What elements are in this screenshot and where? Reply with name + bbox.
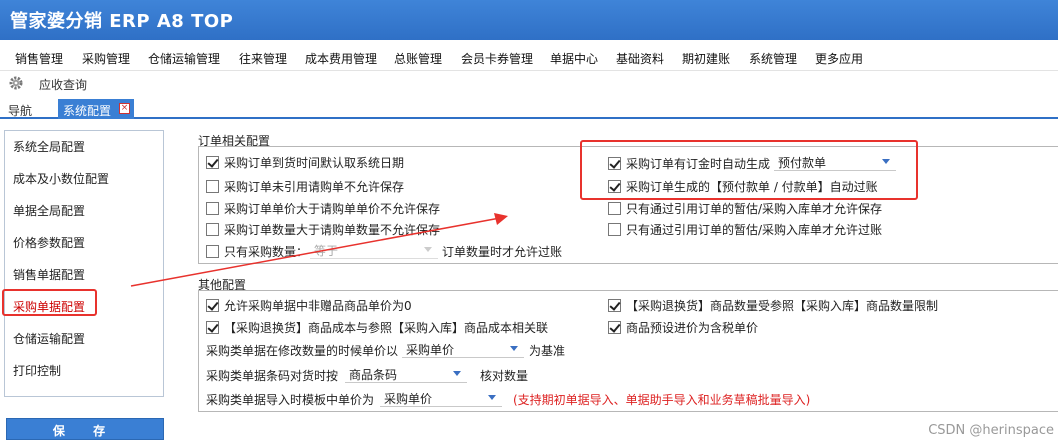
config-sidebar: 系统全局配置 成本及小数位配置 单据全局配置 价格参数配置 销售单据配置 采购单… [4, 130, 164, 397]
close-icon[interactable]: × [119, 103, 130, 114]
option-label: 只有采购数量： [224, 245, 309, 259]
option-label: 【采购退换货】商品成本与参照【采购入库】商品成本相关联 [224, 321, 549, 335]
sidebar-item-warehouse[interactable]: 仓储运输配置 [13, 330, 85, 347]
sidebar-item-global[interactable]: 系统全局配置 [13, 138, 85, 155]
option-label: 只有通过引用订单的暂估/采购入库单才允许保存 [626, 202, 883, 216]
barcode-suffix: 核对数量 [480, 369, 529, 383]
tab-system-config-label: 系统配置 [63, 104, 112, 118]
menu-item-sales[interactable]: 销售管理 [15, 50, 63, 67]
select-value: 商品条码 [349, 368, 398, 382]
option-row[interactable]: 采购订单未引用请购单不允许保存 [206, 178, 404, 194]
tab-strip: 导航 系统配置 × [0, 97, 1058, 119]
sidebar-item-print[interactable]: 打印控制 [13, 362, 61, 379]
sidebar-item-document-global[interactable]: 单据全局配置 [13, 202, 85, 219]
price-basis-select[interactable]: 采购单价 [402, 340, 524, 358]
menu-item-system[interactable]: 系统管理 [749, 50, 797, 67]
chevron-down-icon [453, 371, 461, 376]
option-label: 允许采购单据中非赠品商品单价为0 [224, 299, 412, 313]
checkbox[interactable] [206, 202, 219, 215]
save-button[interactable]: 保 存 [6, 418, 164, 440]
qty-compare-select[interactable]: 等于 [310, 241, 438, 259]
only-qty-suffix: 订单数量时才允许过账 [442, 245, 563, 259]
select-value: 采购单价 [384, 392, 433, 406]
menu-item-purchase[interactable]: 采购管理 [82, 50, 130, 67]
menu-item-documents[interactable]: 单据中心 [550, 50, 598, 67]
sidebar-item-price[interactable]: 价格参数配置 [13, 234, 85, 251]
option-row[interactable]: 【采购退换货】商品数量受参照【采购入库】商品数量限制 [608, 297, 938, 313]
option-label: 采购订单数量大于请购单数量不允许保存 [224, 223, 441, 237]
import-price-select[interactable]: 采购单价 [380, 389, 502, 407]
gear-icon[interactable] [9, 76, 23, 90]
menu-item-more[interactable]: 更多应用 [815, 50, 863, 67]
import-price-label: 采购类单据导入时模板中单价为 [206, 393, 375, 407]
watermark: CSDN @herinspace [928, 423, 1054, 438]
title-bar: 管家婆分销 ERP A8 TOP [0, 0, 1058, 40]
checkbox[interactable] [206, 245, 219, 258]
option-label: 采购订单到货时间默认取系统日期 [224, 156, 405, 170]
price-basis-suffix: 为基准 [529, 344, 566, 358]
option-row[interactable]: 只有通过引用订单的暂估/采购入库单才允许过账 [608, 221, 882, 237]
import-note: (支持期初单据导入、单据助手导入和业务草稿批量导入) [513, 393, 811, 407]
sidebar-item-cost-decimals[interactable]: 成本及小数位配置 [13, 170, 109, 187]
menu-item-cost[interactable]: 成本费用管理 [305, 50, 377, 67]
chevron-down-icon [488, 395, 496, 400]
sidebar-item-sales-docs[interactable]: 销售单据配置 [13, 266, 85, 283]
quick-toolbar: 应收查询 [0, 73, 1058, 95]
option-row[interactable]: 商品预设进价为含税单价 [608, 319, 758, 335]
checkbox[interactable] [206, 180, 219, 193]
option-label: 采购订单单价大于请购单单价不允许保存 [224, 202, 441, 216]
highlight-box-deposit [580, 140, 918, 200]
chevron-down-icon [424, 247, 432, 252]
chevron-down-icon [510, 346, 518, 351]
option-label: 只有通过引用订单的暂估/采购入库单才允许过账 [626, 223, 883, 237]
option-label: 商品预设进价为含税单价 [626, 321, 759, 335]
option-row[interactable]: 【采购退换货】商品成本与参照【采购入库】商品成本相关联 [206, 319, 548, 335]
checkbox[interactable] [608, 202, 621, 215]
tab-navigation[interactable]: 导航 [8, 102, 32, 119]
main-menu: 销售管理 采购管理 仓储运输管理 往来管理 成本费用管理 总账管理 会员卡券管理… [0, 45, 1058, 71]
option-label: 【采购退换货】商品数量受参照【采购入库】商品数量限制 [626, 299, 939, 313]
option-label: 采购订单未引用请购单不允许保存 [224, 180, 405, 194]
option-row[interactable]: 只有通过引用订单的暂估/采购入库单才允许保存 [608, 200, 882, 216]
barcode-select[interactable]: 商品条码 [345, 365, 467, 383]
menu-item-member[interactable]: 会员卡券管理 [461, 50, 533, 67]
checkbox[interactable] [608, 223, 621, 236]
checkbox[interactable] [206, 223, 219, 236]
menu-item-opening[interactable]: 期初建账 [682, 50, 730, 67]
barcode-label: 采购类单据条码对货时按 [206, 369, 339, 383]
checkbox[interactable] [206, 156, 219, 169]
menu-item-accounts[interactable]: 往来管理 [239, 50, 287, 67]
checkbox[interactable] [608, 321, 621, 334]
menu-item-ledger[interactable]: 总账管理 [394, 50, 442, 67]
option-row[interactable]: 采购订单数量大于请购单数量不允许保存 [206, 221, 440, 237]
option-row[interactable]: 允许采购单据中非赠品商品单价为0 [206, 297, 412, 313]
only-qty-row[interactable]: 只有采购数量： [206, 243, 308, 259]
highlight-box-sidebar [2, 289, 97, 316]
menu-item-basic-data[interactable]: 基础资料 [616, 50, 664, 67]
app-title: 管家婆分销 ERP A8 TOP [10, 11, 234, 32]
tab-system-config[interactable]: 系统配置 × [58, 99, 134, 119]
menu-item-warehouse[interactable]: 仓储运输管理 [148, 50, 220, 67]
select-value: 等于 [314, 244, 339, 258]
checkbox[interactable] [206, 321, 219, 334]
checkbox[interactable] [608, 299, 621, 312]
checkbox[interactable] [206, 299, 219, 312]
receivable-query-link[interactable]: 应收查询 [39, 76, 87, 93]
select-value: 采购单价 [406, 343, 455, 357]
option-row[interactable]: 采购订单到货时间默认取系统日期 [206, 154, 404, 170]
price-basis-label: 采购类单据在修改数量的时候单价以 [206, 344, 399, 358]
option-row[interactable]: 采购订单单价大于请购单单价不允许保存 [206, 200, 440, 216]
